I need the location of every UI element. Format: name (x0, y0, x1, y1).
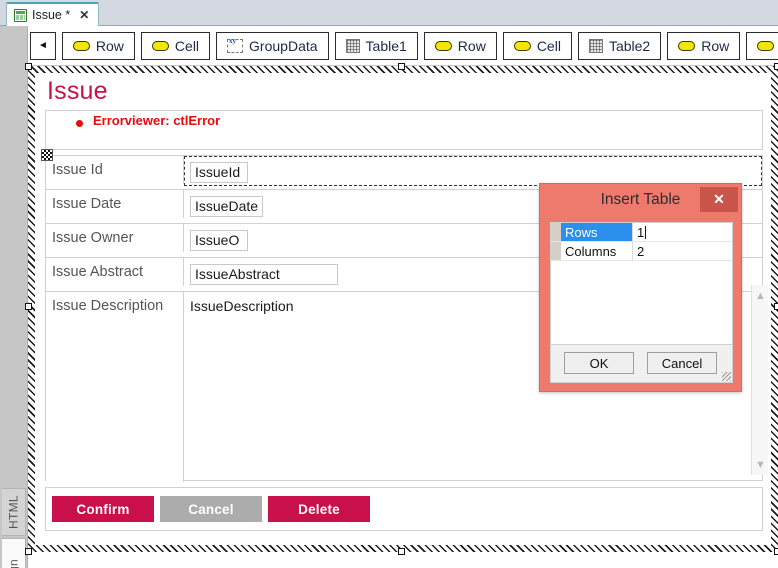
breadcrumb-item-label: GroupData (249, 37, 318, 54)
row-pill-icon (72, 40, 90, 51)
form-action-bar: Confirm Cancel Delete (45, 487, 763, 531)
breadcrumb-item-row-3[interactable]: Row (667, 31, 741, 60)
field-label-text: Issue Description (52, 298, 164, 314)
field-label-issue-owner: Issue Owner (46, 224, 184, 252)
breadcrumb-item-table1[interactable]: Table1 (334, 31, 418, 60)
property-row-columns[interactable]: Columns 2 (551, 242, 732, 261)
rows-value-text: 1 (637, 224, 645, 240)
property-name-rows[interactable]: Rows (561, 223, 633, 242)
dialog-footer: OK Cancel (550, 345, 733, 383)
breadcrumb-scroll-left-button[interactable]: ◄ (30, 31, 56, 60)
vertical-tab-label: gn (6, 559, 21, 568)
field-label-issue-description: Issue Description (46, 292, 184, 482)
vertical-tab-html[interactable]: HTML (2, 488, 26, 536)
error-viewer-panel: Errorviewer: ctlError (45, 110, 763, 150)
groupdata-icon: xy (227, 37, 244, 53)
dialog-body: Rows 1 Columns 2 (550, 222, 733, 345)
close-icon[interactable]: ✕ (700, 187, 738, 212)
resize-handle-middle-left[interactable] (25, 303, 32, 310)
issue-description-input[interactable]: IssueDescription (190, 298, 294, 314)
document-tab-issue[interactable]: Issue * ✕ (6, 2, 100, 26)
field-label-text: Issue Abstract (52, 264, 144, 280)
breadcrumb-item-cell-2[interactable]: Cell (502, 31, 572, 60)
cell-pill-icon (757, 40, 775, 51)
row-pill-icon (434, 40, 452, 51)
resize-handle-bottom-left[interactable] (25, 548, 32, 555)
left-rail: HTML gn (0, 26, 28, 568)
property-name-columns[interactable]: Columns (561, 242, 633, 261)
breadcrumb-item-row-1[interactable]: Row (61, 31, 135, 60)
field-label-text: Issue Date (52, 196, 122, 212)
description-scrollbar[interactable]: ▲ ▼ (751, 285, 768, 475)
field-label-text: Issue Owner (52, 230, 134, 246)
close-icon[interactable]: ✕ (79, 9, 89, 21)
selection-handle-icon[interactable] (41, 149, 53, 161)
confirm-button[interactable]: Confirm (52, 496, 154, 522)
resize-handle-top-right[interactable] (774, 63, 778, 70)
property-row-rows[interactable]: Rows 1 (551, 223, 732, 242)
breadcrumb-item-label: Table2 (608, 37, 651, 54)
resize-handle-bottom-center[interactable] (398, 548, 405, 555)
property-gutter (551, 223, 561, 242)
issue-abstract-input[interactable]: IssueAbstract (190, 264, 338, 285)
breadcrumb-item-cell-3[interactable]: Cell (746, 31, 778, 60)
error-viewer-text: Errorviewer: ctlError (93, 113, 221, 128)
property-gutter (551, 242, 561, 261)
property-grid: Rows 1 Columns 2 (551, 223, 732, 261)
resize-grip-icon[interactable] (722, 372, 731, 381)
breadcrumb-item-label: Cell (536, 37, 561, 54)
triangle-left-icon: ◄ (38, 40, 48, 51)
cancel-button[interactable]: Cancel (647, 352, 717, 374)
document-tab-label: Issue * (32, 8, 71, 22)
field-label-issue-id: Issue Id (41, 149, 184, 184)
property-value-rows[interactable]: 1 (633, 223, 732, 242)
resize-handle-middle-right[interactable] (774, 303, 778, 310)
breadcrumb-item-table2[interactable]: Table2 (577, 31, 662, 60)
vertical-tab-design[interactable]: gn (2, 538, 26, 568)
issue-date-input[interactable]: IssueDate (190, 196, 264, 217)
issue-owner-input[interactable]: IssueO (190, 230, 248, 251)
breadcrumb-item-label: Cell (174, 37, 200, 54)
breadcrumb-item-cell-1[interactable]: Cell (140, 31, 211, 60)
ok-button[interactable]: OK (564, 352, 634, 374)
breadcrumb-item-groupdata[interactable]: xy GroupData (216, 31, 329, 60)
grid-document-icon (14, 8, 27, 22)
document-tab-strip: Issue * ✕ (0, 0, 778, 26)
table-grid-icon (588, 38, 603, 53)
chevron-down-icon[interactable]: ▼ (752, 456, 769, 473)
resize-handle-bottom-right[interactable] (774, 548, 778, 555)
resize-handle-top-center[interactable] (398, 63, 405, 70)
breadcrumb-item-label: Row (457, 37, 486, 54)
field-label-text: Issue Id (52, 162, 103, 178)
cancel-button[interactable]: Cancel (160, 496, 262, 522)
page-title: Issue (47, 77, 108, 105)
breadcrumb-item-row-2[interactable]: Row (423, 31, 497, 60)
property-value-columns[interactable]: 2 (633, 242, 732, 261)
error-bullet-icon (76, 120, 83, 127)
breadcrumb-item-label: Row (95, 37, 124, 54)
chevron-up-icon[interactable]: ▲ (752, 287, 769, 304)
resize-handle-top-left[interactable] (25, 63, 32, 70)
table-grid-icon (345, 38, 360, 53)
breadcrumb-item-label: Row (701, 37, 730, 54)
app-window: Issue * ✕ ◄ Row Cell xy GroupData Table1… (0, 0, 778, 568)
cell-pill-icon (513, 40, 531, 51)
issue-id-input[interactable]: IssueId (190, 162, 248, 183)
row-pill-icon (678, 40, 696, 51)
field-label-issue-date: Issue Date (46, 190, 184, 218)
field-label-issue-abstract: Issue Abstract (46, 258, 184, 286)
delete-button[interactable]: Delete (268, 496, 370, 522)
breadcrumb-item-label: Table1 (365, 37, 407, 54)
breadcrumb: ◄ Row Cell xy GroupData Table1 Row Cell (0, 26, 778, 66)
selection-dashed-outline (184, 156, 762, 186)
insert-table-dialog[interactable]: Insert Table ✕ Rows 1 Columns 2 OK Cance… (539, 183, 742, 392)
cell-pill-icon (151, 40, 169, 51)
vertical-tab-label: HTML (6, 495, 21, 529)
text-caret (645, 225, 647, 239)
